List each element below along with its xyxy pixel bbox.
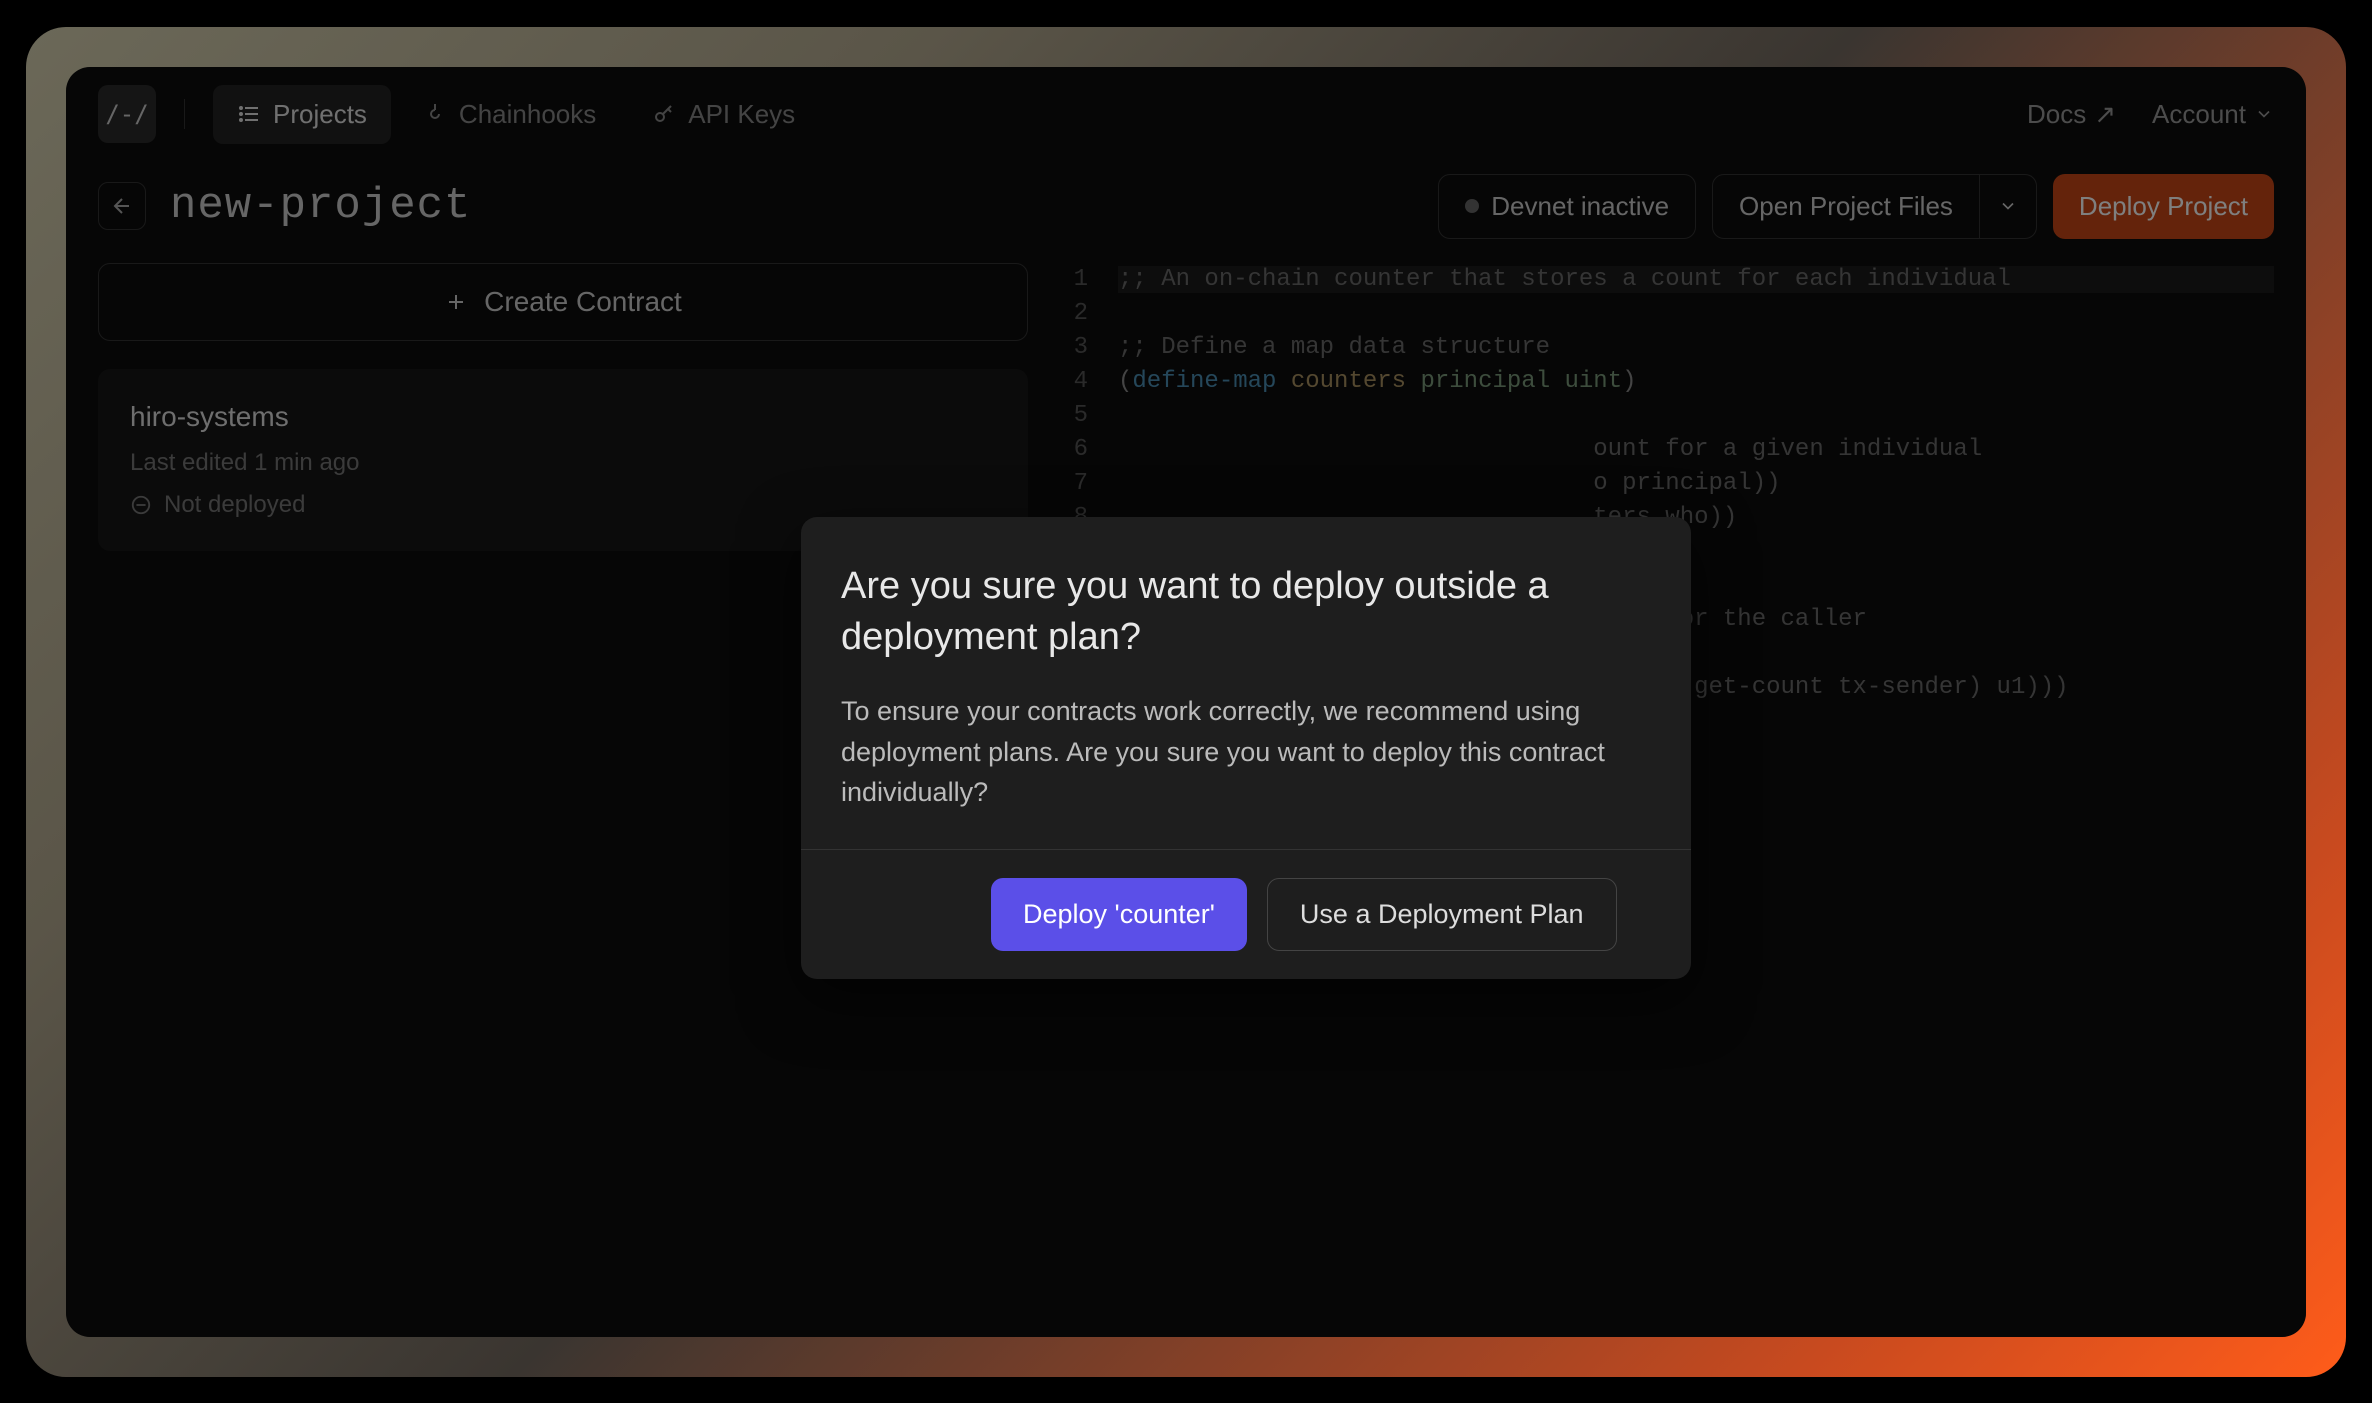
modal-body-text: To ensure your contracts work correctly,… xyxy=(841,691,1651,813)
use-deployment-plan-button[interactable]: Use a Deployment Plan xyxy=(1267,878,1617,951)
app-window: /-/ Projects Chainhooks API Keys Doc xyxy=(66,67,2306,1337)
modal-title: Are you sure you want to deploy outside … xyxy=(841,561,1651,664)
deploy-counter-button[interactable]: Deploy 'counter' xyxy=(991,878,1247,951)
deploy-confirm-modal: Are you sure you want to deploy outside … xyxy=(801,517,1691,979)
